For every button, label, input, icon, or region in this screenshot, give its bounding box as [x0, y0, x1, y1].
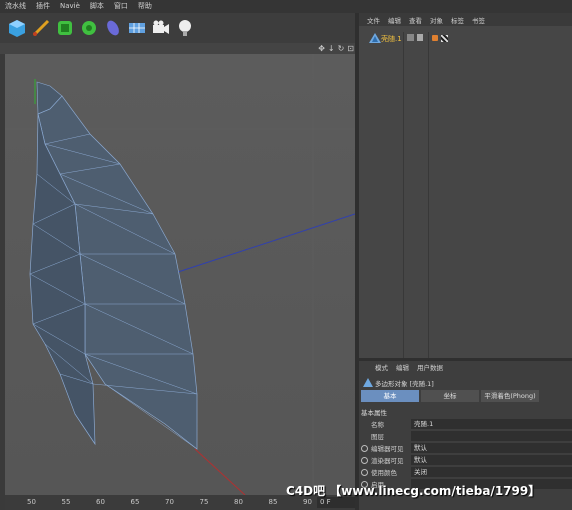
ruler-tick-label: 60 [96, 498, 105, 506]
object-manager: 文件 编辑 查看 对象 标签 书签 壳随.1 [359, 13, 572, 358]
animate-radio[interactable] [361, 469, 368, 476]
polygon-object-icon [363, 378, 373, 387]
object-manager-menu-item[interactable]: 标签 [447, 15, 468, 25]
viewport-nav-icon[interactable]: ✥ [318, 43, 325, 54]
phong-tag-icon[interactable] [432, 35, 438, 41]
object-manager-menu-item[interactable]: 编辑 [384, 15, 405, 25]
subdivision-icon[interactable] [54, 17, 76, 39]
property-row: 编辑器可见 默认 [359, 443, 572, 453]
viewport-nav-icon[interactable]: ⊡ [347, 43, 354, 54]
pen-icon[interactable] [30, 17, 52, 39]
viewport-3d[interactable] [5, 54, 356, 496]
object-manager-menu-item[interactable]: 查看 [405, 15, 426, 25]
property-row: 图层 [359, 431, 572, 441]
deformer-icon[interactable] [102, 17, 124, 39]
viewport-nav-icon[interactable]: ↻ [338, 43, 345, 54]
floor-icon[interactable] [126, 17, 148, 39]
property-label: 名称 [371, 421, 384, 429]
menu-item[interactable]: 窗口 [109, 0, 133, 13]
object-manager-menu-item[interactable]: 书签 [468, 15, 489, 25]
ruler-tick-label: 85 [268, 498, 278, 506]
menu-item[interactable]: Naviè [55, 0, 85, 13]
property-field[interactable]: 关闭 [411, 467, 572, 477]
property-label: 编辑器可见 [371, 445, 404, 453]
attribute-tab[interactable]: 坐标 [421, 390, 479, 402]
camera-icon[interactable] [150, 17, 172, 39]
attribute-title: 多边形对象 [壳随.1] [375, 380, 434, 388]
property-label: 使用颜色 [371, 469, 397, 477]
checkmark-icon[interactable] [417, 34, 423, 41]
menu-item[interactable]: 插件 [31, 0, 55, 13]
object-manager-menu-item[interactable]: 文件 [363, 15, 384, 25]
property-field[interactable] [411, 431, 572, 441]
ruler-tick-label: 80 [234, 498, 243, 506]
mesh-view [5, 54, 356, 496]
viewport-nav-icons: ✥ ↓ ↻ ⊡ [318, 43, 354, 54]
x-axis-line [174, 213, 356, 274]
object-row[interactable]: 壳随.1 [359, 32, 572, 44]
ruler-tick-label: 55 [61, 498, 71, 506]
ruler-tick-label: 90 [303, 498, 312, 506]
animate-radio[interactable] [361, 445, 368, 452]
object-manager-menu: 文件 编辑 查看 对象 标签 书签 [359, 13, 572, 26]
attribute-menu: 模式 编辑 用户数据 [359, 361, 572, 372]
attribute-tab[interactable]: 平滑着色(Phong) [481, 390, 539, 402]
menu-item[interactable]: 流水线 [0, 0, 31, 13]
attribute-tabs: 基本 坐标 平滑着色(Phong) [361, 390, 539, 402]
animate-radio[interactable] [361, 457, 368, 464]
watermark: C4D吧 【www.linecg.com/tieba/1799】 [286, 484, 541, 498]
property-field[interactable]: 默认 [411, 455, 572, 465]
z-axis-line [194, 448, 246, 496]
ruler-tick-label: 65 [130, 498, 140, 506]
attribute-tab[interactable]: 基本 [361, 390, 419, 402]
property-label: 渲染器可见 [371, 457, 404, 465]
visibility-toggle-icon[interactable] [407, 34, 414, 41]
attribute-menu-item[interactable]: 编辑 [392, 362, 413, 372]
texture-tag-icon[interactable] [441, 35, 448, 42]
property-row: 渲染器可见 默认 [359, 455, 572, 465]
menu-item[interactable]: 脚本 [85, 0, 109, 13]
attribute-menu-item[interactable]: 模式 [371, 362, 392, 372]
property-row: 名称 壳随.1 [359, 419, 572, 429]
property-field[interactable]: 壳随.1 [411, 419, 572, 429]
property-row: 使用颜色 关闭 [359, 467, 572, 477]
light-icon[interactable] [174, 17, 196, 39]
cube-icon[interactable] [6, 17, 28, 39]
property-label: 图层 [371, 433, 384, 441]
viewport-header: ✥ ↓ ↻ ⊡ [0, 43, 358, 54]
object-manager-menu-item[interactable]: 对象 [426, 15, 447, 25]
main-menu-bar: 流水线 插件 Naviè 脚本 窗口 帮助 [0, 0, 572, 13]
property-field[interactable]: 默认 [411, 443, 572, 453]
toolbar [0, 13, 358, 43]
menu-item[interactable]: 帮助 [133, 0, 157, 13]
attribute-menu-item[interactable]: 用户数据 [413, 362, 447, 372]
ruler-tick-label: 75 [199, 498, 209, 506]
viewport-nav-icon[interactable]: ↓ [328, 43, 335, 54]
ruler-tick-label: 50 [27, 498, 36, 506]
object-name[interactable]: 壳随.1 [381, 34, 402, 44]
array-icon[interactable] [78, 17, 100, 39]
section-title: 基本属性 [361, 409, 387, 417]
ruler-tick-label: 70 [165, 498, 174, 506]
